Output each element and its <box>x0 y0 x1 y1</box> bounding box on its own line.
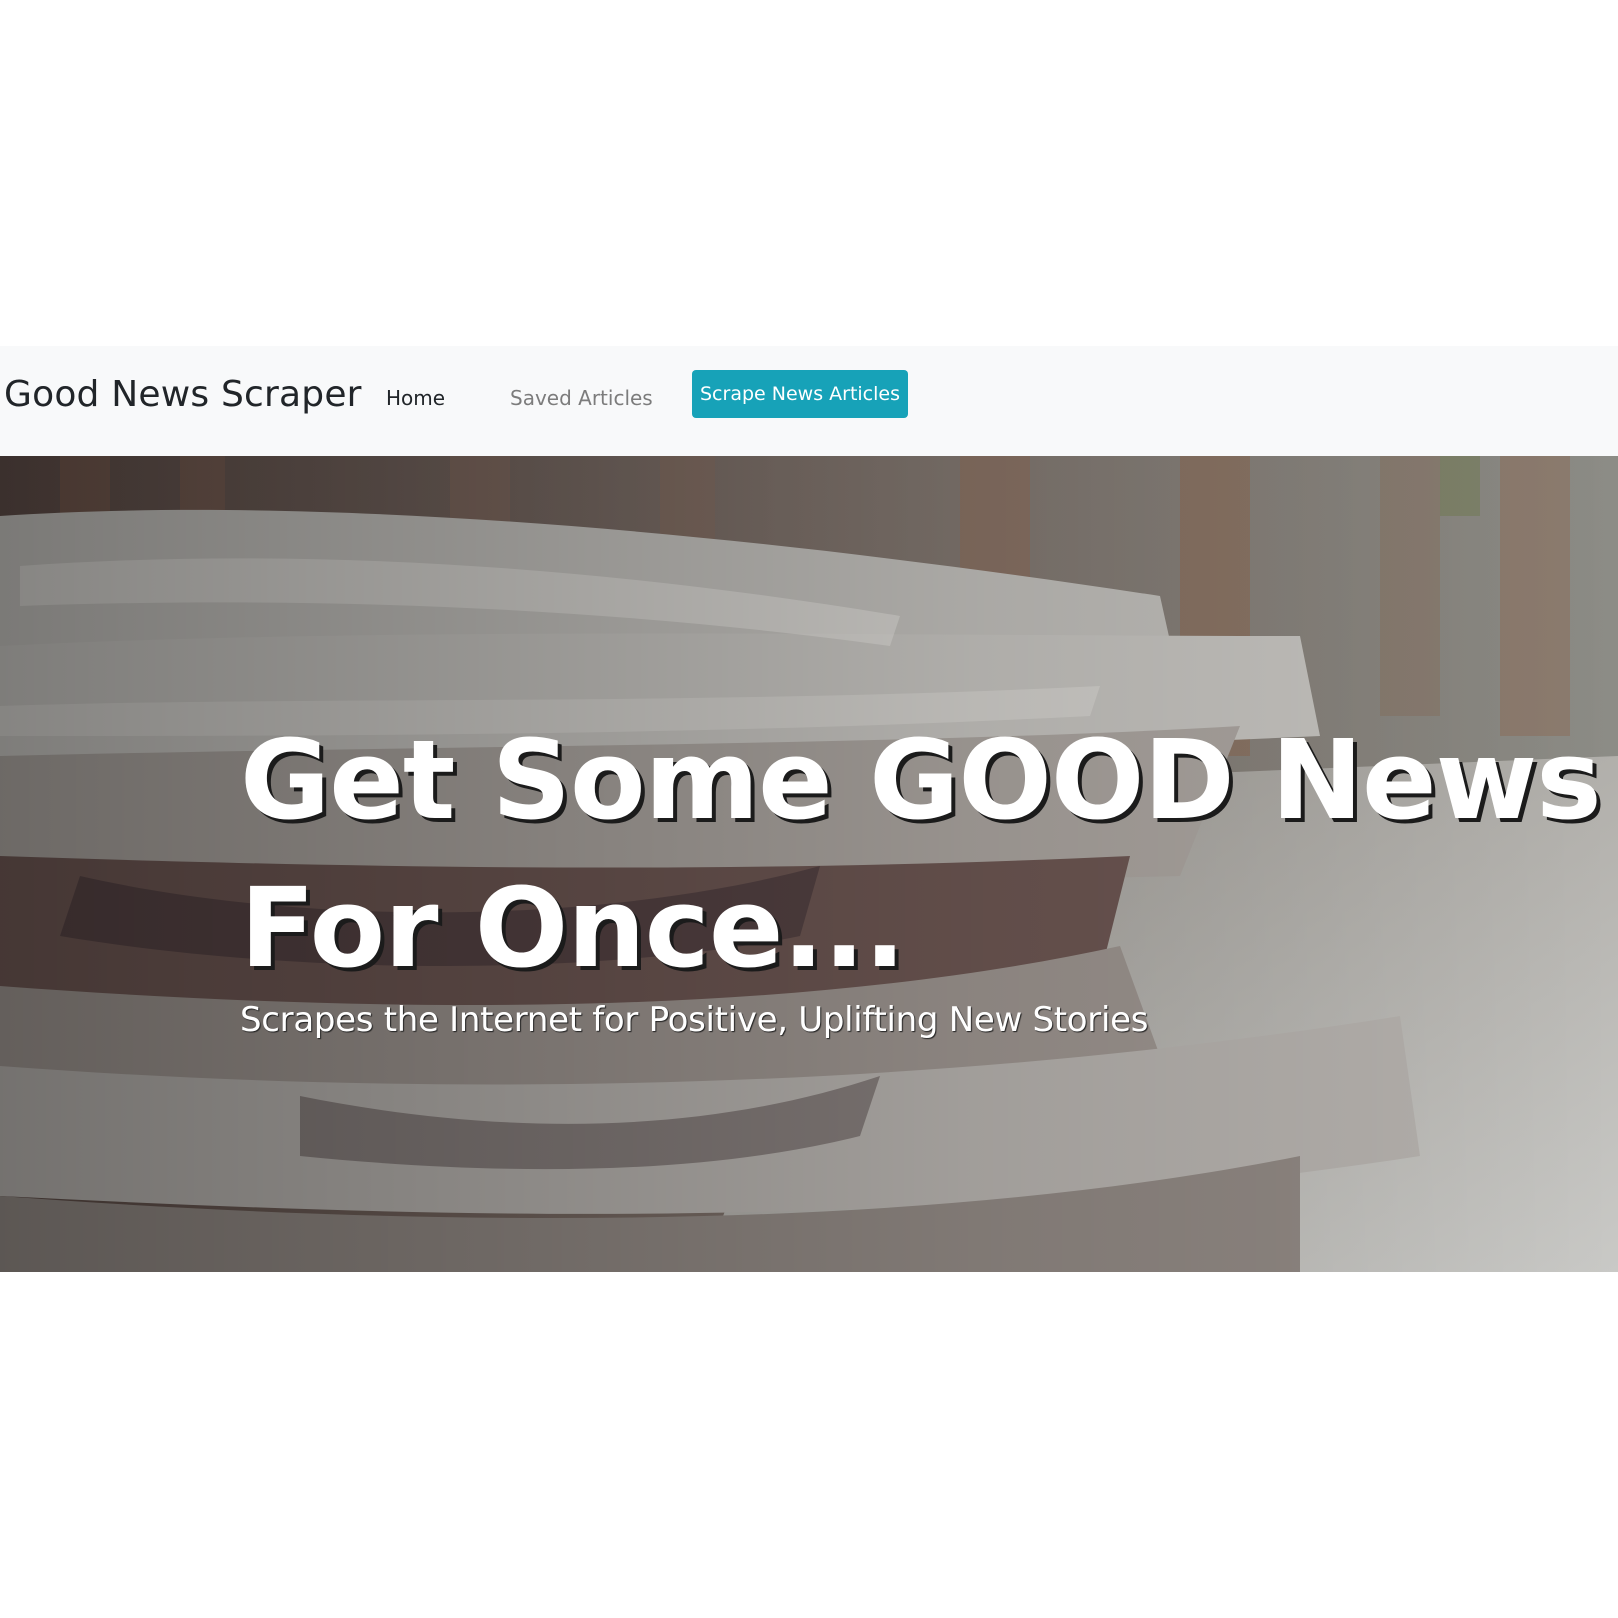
page: Good News Scraper Home Saved Articles Sc… <box>0 0 1618 1618</box>
navbar-brand[interactable]: Good News Scraper <box>4 374 362 415</box>
hero-subtitle: Scrapes the Internet for Positive, Uplif… <box>240 1000 1149 1040</box>
nav-link-home[interactable]: Home <box>386 386 445 410</box>
hero-title-line-2: For Once... <box>240 864 906 992</box>
scrape-news-articles-button[interactable]: Scrape News Articles <box>692 370 908 418</box>
hero-jumbotron: Get Some GOOD News For Once... Scrapes t… <box>0 456 1618 1272</box>
navbar: Good News Scraper Home Saved Articles Sc… <box>0 346 1618 456</box>
hero-title-line-1: Get Some GOOD News <box>240 716 1602 844</box>
hero-title: Get Some GOOD News For Once... <box>240 706 1610 1002</box>
nav-link-saved-articles[interactable]: Saved Articles <box>510 386 653 410</box>
